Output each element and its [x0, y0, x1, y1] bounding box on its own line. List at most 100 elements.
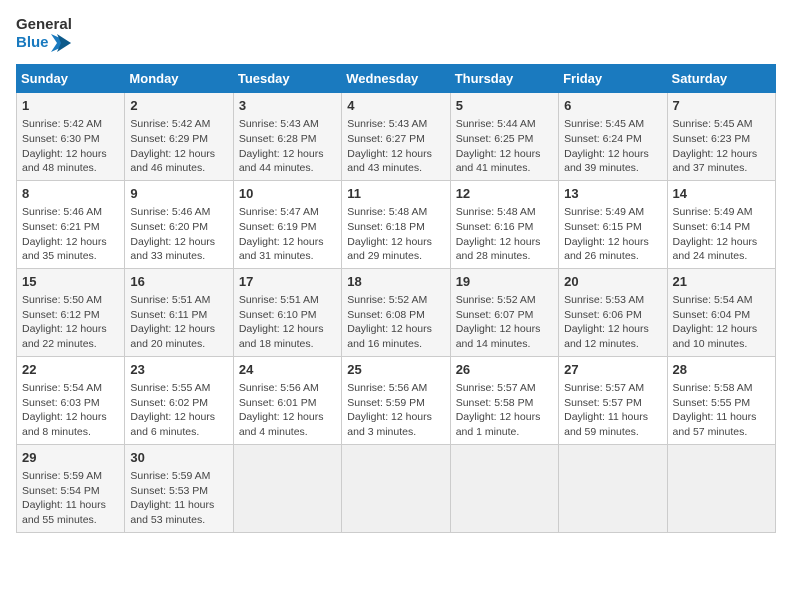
day-number: 13	[564, 185, 661, 203]
day-detail: Sunrise: 5:53 AM Sunset: 6:06 PM Dayligh…	[564, 293, 661, 352]
day-detail: Sunrise: 5:46 AM Sunset: 6:20 PM Dayligh…	[130, 205, 227, 264]
day-detail: Sunrise: 5:49 AM Sunset: 6:15 PM Dayligh…	[564, 205, 661, 264]
day-number: 8	[22, 185, 119, 203]
calendar-cell	[233, 444, 341, 532]
day-detail: Sunrise: 5:50 AM Sunset: 6:12 PM Dayligh…	[22, 293, 119, 352]
calendar-cell: 11 Sunrise: 5:48 AM Sunset: 6:18 PM Dayli…	[342, 180, 450, 268]
day-detail: Sunrise: 5:52 AM Sunset: 6:08 PM Dayligh…	[347, 293, 444, 352]
calendar-cell: 13 Sunrise: 5:49 AM Sunset: 6:15 PM Dayli…	[559, 180, 667, 268]
calendar-cell: 21 Sunrise: 5:54 AM Sunset: 6:04 PM Dayli…	[667, 268, 775, 356]
calendar-cell	[559, 444, 667, 532]
day-number: 7	[673, 97, 770, 115]
calendar-cell: 22 Sunrise: 5:54 AM Sunset: 6:03 PM Dayli…	[17, 356, 125, 444]
day-number: 11	[347, 185, 444, 203]
day-detail: Sunrise: 5:55 AM Sunset: 6:02 PM Dayligh…	[130, 381, 227, 440]
logo-blue: Blue	[16, 34, 72, 52]
day-detail: Sunrise: 5:57 AM Sunset: 5:57 PM Dayligh…	[564, 381, 661, 440]
day-detail: Sunrise: 5:51 AM Sunset: 6:11 PM Dayligh…	[130, 293, 227, 352]
day-detail: Sunrise: 5:45 AM Sunset: 6:24 PM Dayligh…	[564, 117, 661, 176]
day-number: 27	[564, 361, 661, 379]
calendar-cell: 15 Sunrise: 5:50 AM Sunset: 6:12 PM Dayli…	[17, 268, 125, 356]
day-number: 14	[673, 185, 770, 203]
day-detail: Sunrise: 5:56 AM Sunset: 5:59 PM Dayligh…	[347, 381, 444, 440]
day-detail: Sunrise: 5:46 AM Sunset: 6:21 PM Dayligh…	[22, 205, 119, 264]
day-number: 29	[22, 449, 119, 467]
day-number: 28	[673, 361, 770, 379]
calendar-row: 8 Sunrise: 5:46 AM Sunset: 6:21 PM Daylig…	[17, 180, 776, 268]
day-detail: Sunrise: 5:43 AM Sunset: 6:28 PM Dayligh…	[239, 117, 336, 176]
calendar-cell: 24 Sunrise: 5:56 AM Sunset: 6:01 PM Dayli…	[233, 356, 341, 444]
calendar-cell: 16Sunrise: 5:51 AM Sunset: 6:11 PM Dayli…	[125, 268, 233, 356]
day-detail: Sunrise: 5:56 AM Sunset: 6:01 PM Dayligh…	[239, 381, 336, 440]
day-number: 2	[130, 97, 227, 115]
calendar-cell: 1Sunrise: 5:42 AM Sunset: 6:30 PM Daylig…	[17, 93, 125, 181]
calendar-cell	[342, 444, 450, 532]
day-detail: Sunrise: 5:59 AM Sunset: 5:54 PM Dayligh…	[22, 469, 119, 528]
day-detail: Sunrise: 5:54 AM Sunset: 6:04 PM Dayligh…	[673, 293, 770, 352]
calendar-cell: 17 Sunrise: 5:51 AM Sunset: 6:10 PM Dayli…	[233, 268, 341, 356]
calendar-cell: 8 Sunrise: 5:46 AM Sunset: 6:21 PM Daylig…	[17, 180, 125, 268]
logo-text: General Blue	[16, 16, 72, 52]
calendar-cell: 18 Sunrise: 5:52 AM Sunset: 6:08 PM Dayli…	[342, 268, 450, 356]
calendar-cell: 10 Sunrise: 5:47 AM Sunset: 6:19 PM Dayli…	[233, 180, 341, 268]
day-detail: Sunrise: 5:44 AM Sunset: 6:25 PM Dayligh…	[456, 117, 553, 176]
calendar-cell: 12 Sunrise: 5:48 AM Sunset: 6:16 PM Dayli…	[450, 180, 558, 268]
day-number: 4	[347, 97, 444, 115]
weekday-header-friday: Friday	[559, 65, 667, 93]
calendar-cell: 5 Sunrise: 5:44 AM Sunset: 6:25 PM Daylig…	[450, 93, 558, 181]
calendar-cell: 7 Sunrise: 5:45 AM Sunset: 6:23 PM Daylig…	[667, 93, 775, 181]
weekday-header-saturday: Saturday	[667, 65, 775, 93]
calendar-cell: 20Sunrise: 5:53 AM Sunset: 6:06 PM Dayli…	[559, 268, 667, 356]
calendar-table: SundayMondayTuesdayWednesdayThursdayFrid…	[16, 64, 776, 533]
page-header: General Blue	[16, 16, 776, 52]
weekday-header-row: SundayMondayTuesdayWednesdayThursdayFrid…	[17, 65, 776, 93]
day-number: 30	[130, 449, 227, 467]
day-detail: Sunrise: 5:52 AM Sunset: 6:07 PM Dayligh…	[456, 293, 553, 352]
day-number: 1	[22, 97, 119, 115]
day-detail: Sunrise: 5:54 AM Sunset: 6:03 PM Dayligh…	[22, 381, 119, 440]
calendar-cell: 9 Sunrise: 5:46 AM Sunset: 6:20 PM Daylig…	[125, 180, 233, 268]
day-detail: Sunrise: 5:57 AM Sunset: 5:58 PM Dayligh…	[456, 381, 553, 440]
calendar-cell	[667, 444, 775, 532]
logo-general: General	[16, 16, 72, 34]
weekday-header-monday: Monday	[125, 65, 233, 93]
day-detail: Sunrise: 5:58 AM Sunset: 5:55 PM Dayligh…	[673, 381, 770, 440]
day-number: 3	[239, 97, 336, 115]
calendar-cell: 28 Sunrise: 5:58 AM Sunset: 5:55 PM Dayli…	[667, 356, 775, 444]
day-number: 23	[130, 361, 227, 379]
logo: General Blue	[16, 16, 72, 52]
day-number: 17	[239, 273, 336, 291]
day-detail: Sunrise: 5:48 AM Sunset: 6:18 PM Dayligh…	[347, 205, 444, 264]
day-detail: Sunrise: 5:48 AM Sunset: 6:16 PM Dayligh…	[456, 205, 553, 264]
day-number: 9	[130, 185, 227, 203]
day-number: 15	[22, 273, 119, 291]
day-number: 12	[456, 185, 553, 203]
day-number: 25	[347, 361, 444, 379]
day-number: 5	[456, 97, 553, 115]
logo-arrow-icon	[51, 34, 71, 52]
day-number: 24	[239, 361, 336, 379]
calendar-cell: 26 Sunrise: 5:57 AM Sunset: 5:58 PM Dayli…	[450, 356, 558, 444]
day-number: 18	[347, 273, 444, 291]
day-number: 10	[239, 185, 336, 203]
calendar-cell: 25 Sunrise: 5:56 AM Sunset: 5:59 PM Dayli…	[342, 356, 450, 444]
day-detail: Sunrise: 5:42 AM Sunset: 6:29 PM Dayligh…	[130, 117, 227, 176]
calendar-row: 22 Sunrise: 5:54 AM Sunset: 6:03 PM Dayli…	[17, 356, 776, 444]
day-number: 21	[673, 273, 770, 291]
day-number: 26	[456, 361, 553, 379]
weekday-header-thursday: Thursday	[450, 65, 558, 93]
day-number: 19	[456, 273, 553, 291]
calendar-row: 29 Sunrise: 5:59 AM Sunset: 5:54 PM Dayli…	[17, 444, 776, 532]
day-detail: Sunrise: 5:45 AM Sunset: 6:23 PM Dayligh…	[673, 117, 770, 176]
calendar-row: 15 Sunrise: 5:50 AM Sunset: 6:12 PM Dayli…	[17, 268, 776, 356]
day-detail: Sunrise: 5:59 AM Sunset: 5:53 PM Dayligh…	[130, 469, 227, 528]
calendar-cell: 14Sunrise: 5:49 AM Sunset: 6:14 PM Dayli…	[667, 180, 775, 268]
day-number: 6	[564, 97, 661, 115]
day-number: 22	[22, 361, 119, 379]
day-detail: Sunrise: 5:47 AM Sunset: 6:19 PM Dayligh…	[239, 205, 336, 264]
weekday-header-wednesday: Wednesday	[342, 65, 450, 93]
day-detail: Sunrise: 5:51 AM Sunset: 6:10 PM Dayligh…	[239, 293, 336, 352]
calendar-cell: 6 Sunrise: 5:45 AM Sunset: 6:24 PM Daylig…	[559, 93, 667, 181]
calendar-cell: 4Sunrise: 5:43 AM Sunset: 6:27 PM Daylig…	[342, 93, 450, 181]
calendar-row: 1Sunrise: 5:42 AM Sunset: 6:30 PM Daylig…	[17, 93, 776, 181]
